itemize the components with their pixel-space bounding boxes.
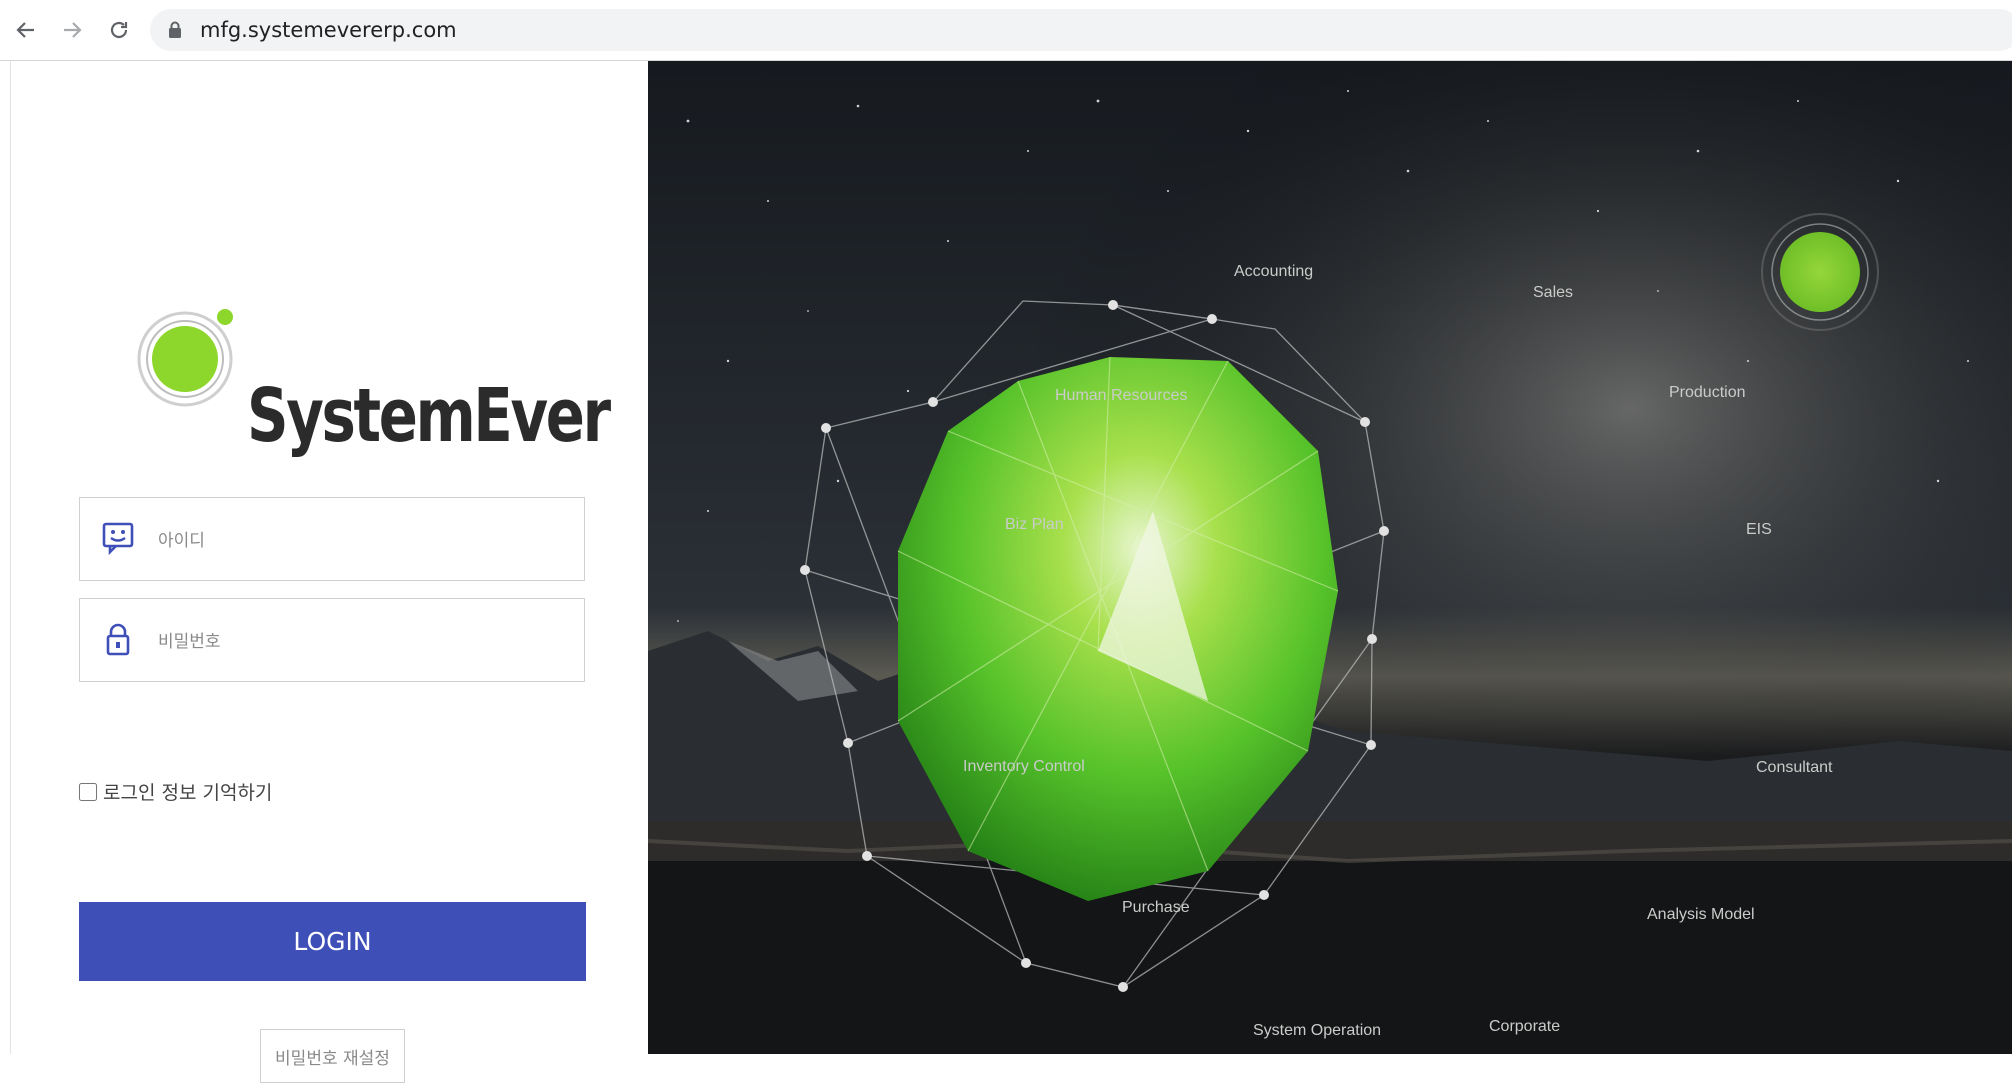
arrow-right-icon[interactable] bbox=[56, 14, 88, 46]
module-production-label: Production bbox=[1669, 384, 1746, 401]
module-analysis-model-label: Analysis Model bbox=[1647, 906, 1755, 923]
arrow-left-icon[interactable] bbox=[10, 14, 42, 46]
module-sales-label: Sales bbox=[1533, 284, 1574, 301]
password-field bbox=[79, 598, 585, 682]
hero-image: Accounting Sales Human Resources Product… bbox=[648, 61, 2012, 1054]
login-panel: SystemEver 로그인 정보 기억하기 LOGIN 비밀번호 재설정 bbox=[10, 61, 649, 1083]
remember-login-option[interactable]: 로그인 정보 기억하기 bbox=[79, 778, 272, 805]
address-bar[interactable]: mfg.systemevererp.com bbox=[150, 9, 2012, 51]
reload-icon[interactable] bbox=[103, 14, 135, 46]
lock-icon bbox=[100, 621, 136, 662]
systemever-logo-icon bbox=[133, 301, 243, 416]
hero-illustration bbox=[648, 61, 2012, 1054]
remember-login-checkbox[interactable] bbox=[79, 782, 97, 801]
module-inventory-control-label: Inventory Control bbox=[963, 758, 1085, 775]
module-human-resources-label: Human Resources bbox=[1055, 387, 1188, 404]
module-purchase-label: Purchase bbox=[1122, 899, 1190, 916]
module-consultant-label: Consultant bbox=[1756, 759, 1833, 776]
browser-toolbar: mfg.systemevererp.com bbox=[0, 0, 2012, 61]
module-biz-plan-label: Biz Plan bbox=[1005, 516, 1064, 533]
remember-login-label: 로그인 정보 기억하기 bbox=[103, 782, 273, 804]
id-input[interactable] bbox=[156, 520, 560, 562]
id-field bbox=[79, 497, 585, 581]
reset-password-button[interactable]: 비밀번호 재설정 bbox=[260, 1029, 405, 1083]
module-system-operation-label: System Operation bbox=[1253, 1022, 1382, 1039]
module-accounting-label: Accounting bbox=[1234, 263, 1314, 280]
brand-wordmark: SystemEver bbox=[247, 373, 611, 459]
user-id-icon bbox=[100, 520, 136, 561]
password-input[interactable] bbox=[156, 621, 560, 663]
url-text: mfg.systemevererp.com bbox=[200, 18, 457, 42]
login-button[interactable]: LOGIN bbox=[79, 902, 586, 981]
module-corporate-label: Corporate bbox=[1489, 1018, 1561, 1035]
module-eis-label: EIS bbox=[1746, 521, 1772, 538]
lock-icon[interactable] bbox=[168, 21, 182, 44]
